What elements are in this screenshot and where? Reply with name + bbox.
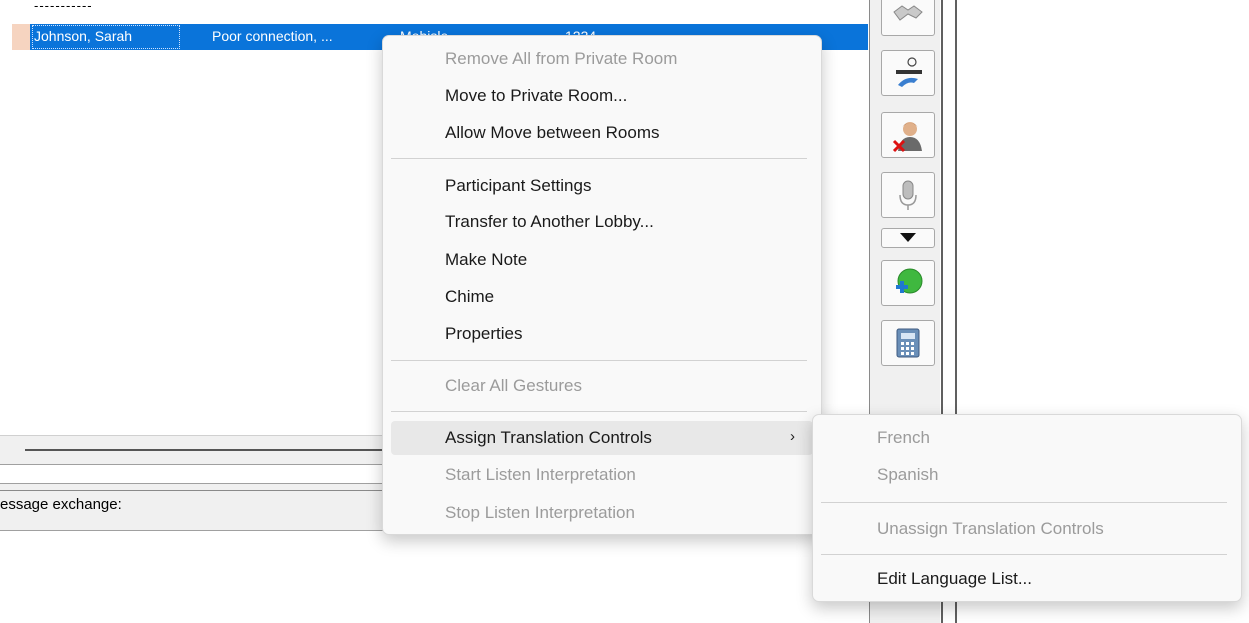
menu-separator <box>821 502 1227 503</box>
add-green-icon <box>890 265 926 301</box>
submenu-item-edit-language-list[interactable]: Edit Language List... <box>821 562 1233 596</box>
menu-item-move-private[interactable]: Move to Private Room... <box>391 79 813 113</box>
microphone-icon <box>896 177 920 213</box>
participant-note: Poor connection, ... <box>212 28 333 44</box>
submenu-item-spanish[interactable]: Spanish <box>821 458 1233 492</box>
menu-item-chime[interactable]: Chime <box>391 280 813 314</box>
row-marker <box>12 24 30 50</box>
menu-item-participant-settings[interactable]: Participant Settings <box>391 169 813 203</box>
menu-item-start-listen[interactable]: Start Listen Interpretation <box>391 458 813 492</box>
participant-name: Johnson, Sarah <box>34 28 133 44</box>
list-separator-dashes: ----------- <box>34 0 93 13</box>
menu-item-remove-all-private[interactable]: Remove All from Private Room <box>391 42 813 76</box>
translation-submenu: French Spanish Unassign Translation Cont… <box>812 414 1242 602</box>
menu-separator <box>391 158 807 159</box>
dropdown-arrow-icon <box>900 229 916 247</box>
menu-separator <box>821 554 1227 555</box>
menu-item-make-note[interactable]: Make Note <box>391 243 813 277</box>
submenu-item-unassign[interactable]: Unassign Translation Controls <box>821 512 1233 546</box>
menu-item-assign-translation[interactable]: Assign Translation Controls › <box>391 421 813 455</box>
add-participant-button[interactable] <box>881 260 935 306</box>
menu-item-allow-move[interactable]: Allow Move between Rooms <box>391 116 813 150</box>
menu-item-properties[interactable]: Properties <box>391 317 813 351</box>
phone-transfer-icon <box>890 55 926 91</box>
microphone-dropdown-button[interactable] <box>881 228 935 248</box>
chevron-right-icon: › <box>790 428 795 445</box>
menu-separator <box>391 360 807 361</box>
microphone-button[interactable] <box>881 172 935 218</box>
handshake-icon <box>890 0 926 28</box>
menu-item-transfer-lobby[interactable]: Transfer to Another Lobby... <box>391 205 813 239</box>
menu-item-clear-gestures[interactable]: Clear All Gestures <box>391 369 813 403</box>
phone-transfer-button[interactable] <box>881 50 935 96</box>
remove-participant-icon <box>890 117 926 153</box>
handshake-button[interactable] <box>881 0 935 36</box>
participant-context-menu: Remove All from Private Room Move to Pri… <box>382 35 822 535</box>
message-exchange-label: essage exchange: <box>0 496 122 513</box>
desk-phone-button[interactable] <box>881 320 935 366</box>
menu-item-stop-listen[interactable]: Stop Listen Interpretation <box>391 496 813 530</box>
submenu-item-french[interactable]: French <box>821 421 1233 455</box>
remove-participant-button[interactable] <box>881 112 935 158</box>
desk-phone-icon <box>893 327 923 359</box>
menu-separator <box>391 411 807 412</box>
